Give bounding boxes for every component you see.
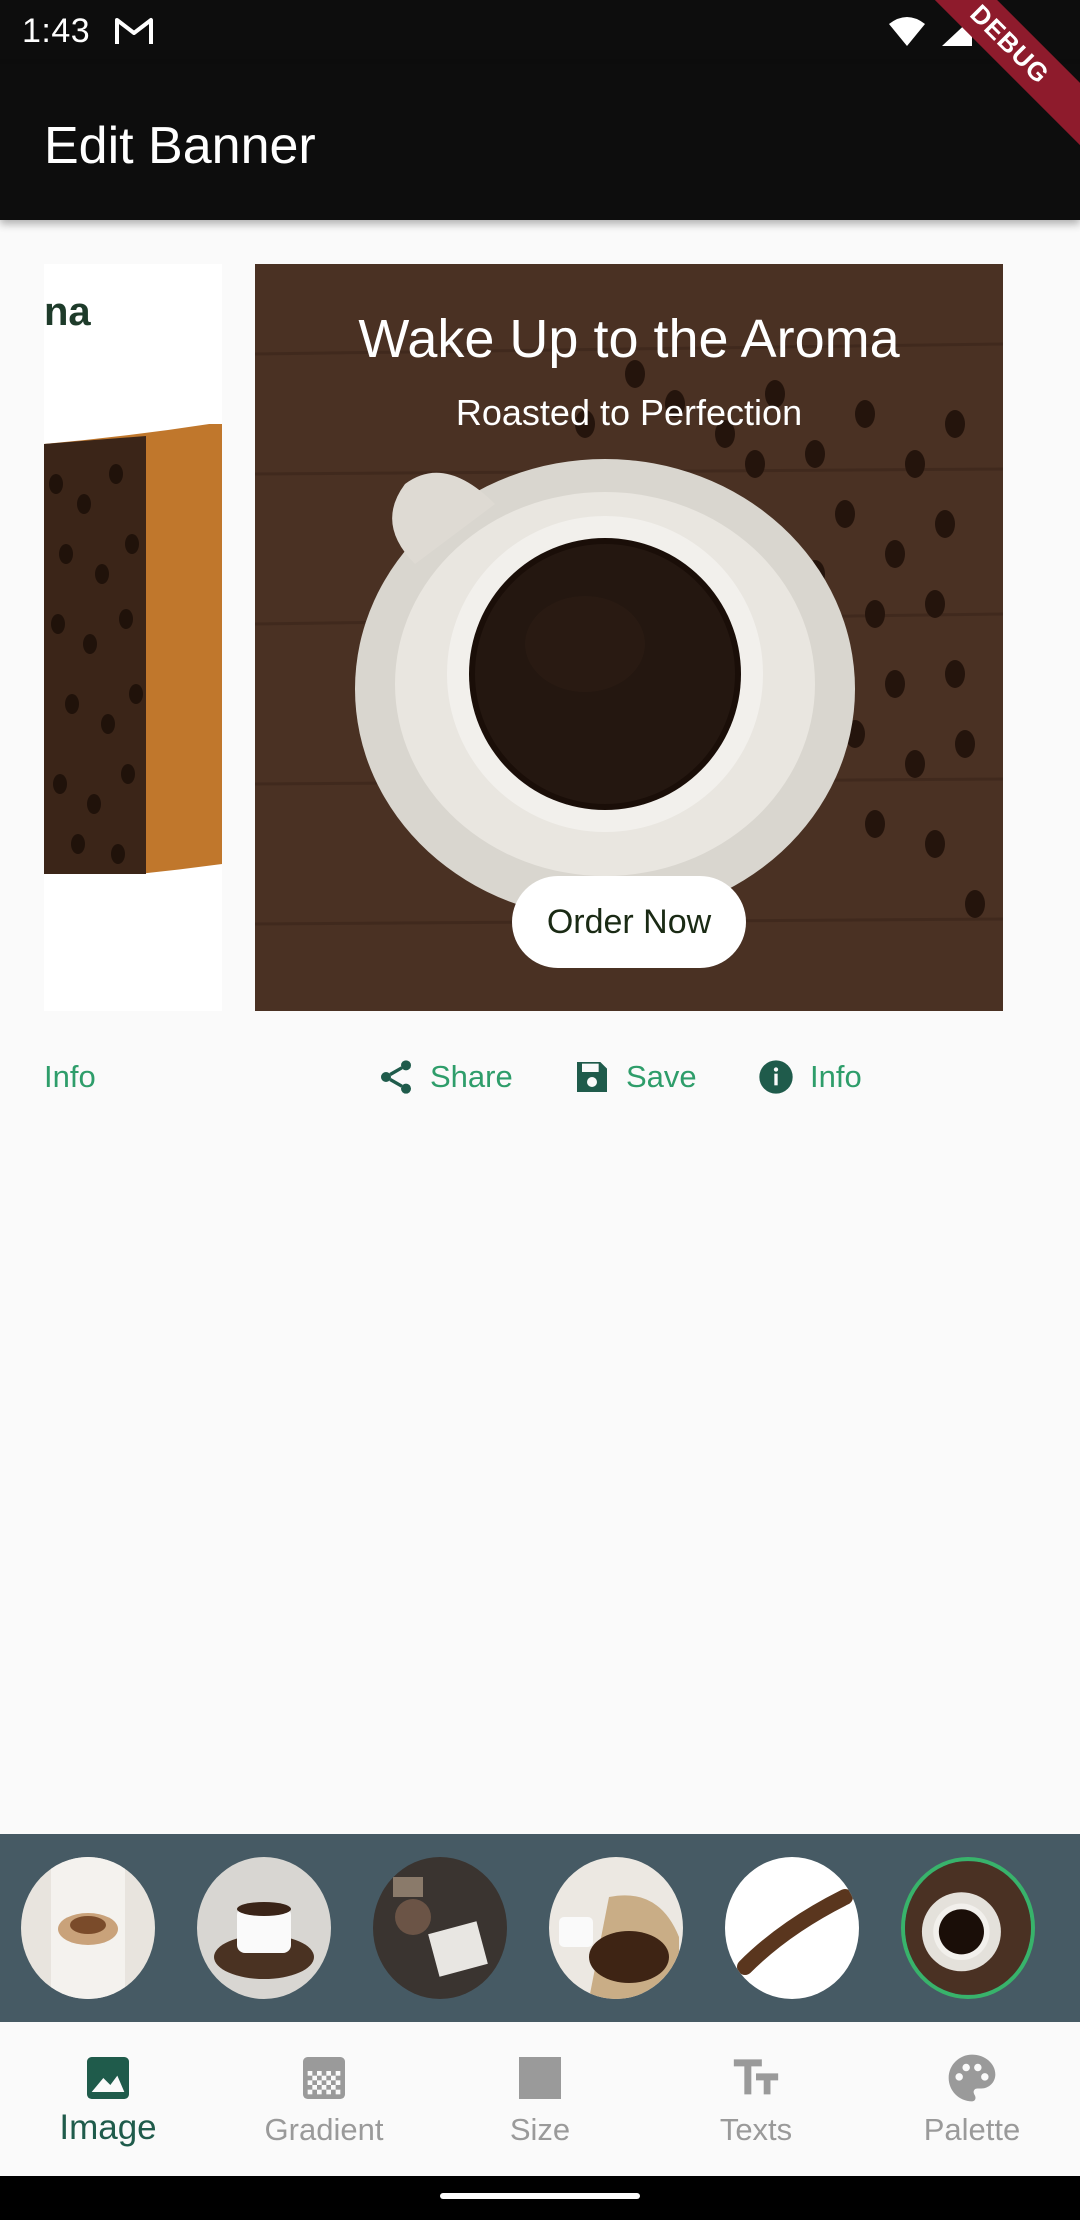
previous-info-button[interactable]: Info xyxy=(44,1040,96,1114)
info-label: Info xyxy=(810,1059,862,1094)
thumbnail-hands-holding-coffee[interactable] xyxy=(21,1857,155,1999)
save-icon xyxy=(577,1062,607,1092)
thumbnail-image xyxy=(373,1857,507,1999)
thumbnail-scattered-beans-white[interactable] xyxy=(725,1857,859,1999)
nav-label-texts: Texts xyxy=(719,2112,793,2147)
banner-carousel[interactable]: na Wake Up to the Aroma Roasted to Perfe… xyxy=(0,264,1080,1014)
info-button[interactable]: Info xyxy=(756,1040,862,1114)
thumbnail-coffee-sack-beans[interactable] xyxy=(549,1857,683,1999)
thumbnail-image xyxy=(549,1857,683,1999)
app-bar: Edit Banner xyxy=(0,64,1080,220)
previous-info-label: Info xyxy=(44,1059,96,1094)
save-button[interactable]: Save xyxy=(572,1040,697,1114)
gmail-icon xyxy=(115,18,153,44)
order-now-button[interactable]: Order Now xyxy=(512,876,746,968)
size-icon xyxy=(519,2057,561,2099)
text-fields-icon xyxy=(733,2059,779,2095)
previous-banner-title: na xyxy=(44,290,91,334)
share-icon xyxy=(381,1060,411,1094)
banner-actions: Info Share Save Info xyxy=(0,1040,1080,1114)
nav-item-image[interactable]: Image xyxy=(0,2022,216,2176)
nav-label-image: Image xyxy=(59,2108,157,2147)
status-time: 1:43 xyxy=(22,12,91,50)
gesture-navigation-bar xyxy=(0,2176,1080,2220)
gradient-icon xyxy=(303,2057,345,2099)
nav-label-palette: Palette xyxy=(923,2112,1021,2147)
image-thumbnail-strip[interactable] xyxy=(0,1834,1080,2022)
thumbnail-image xyxy=(725,1857,859,1999)
banner-title[interactable]: Wake Up to the Aroma xyxy=(255,308,1003,370)
previous-banner-image xyxy=(44,424,222,874)
save-label: Save xyxy=(626,1059,697,1094)
share-label: Share xyxy=(430,1059,513,1094)
page-title: Edit Banner xyxy=(44,117,316,175)
nav-item-texts[interactable]: Texts xyxy=(648,2022,864,2176)
palette-icon xyxy=(948,2054,996,2102)
bottom-navigation: Image Gradient Size Texts Palette xyxy=(0,2022,1080,2176)
status-bar: 1:43 xyxy=(0,0,1080,64)
banner-subtitle[interactable]: Roasted to Perfection xyxy=(255,392,1003,434)
thumbnail-coffee-cup-on-beans[interactable] xyxy=(197,1857,331,1999)
nav-item-gradient[interactable]: Gradient xyxy=(216,2022,432,2176)
current-banner-card[interactable]: Wake Up to the Aroma Roasted to Perfecti… xyxy=(255,264,1003,1011)
thumbnail-image xyxy=(21,1857,155,1999)
image-icon xyxy=(87,2057,129,2099)
nav-label-size: Size xyxy=(509,2112,571,2147)
share-button[interactable]: Share xyxy=(376,1040,513,1114)
thumbnail-image xyxy=(905,1861,1031,1995)
nav-item-palette[interactable]: Palette xyxy=(864,2022,1080,2176)
previous-banner-card[interactable]: na xyxy=(44,264,222,1011)
thumbnail-coffee-brewing-tools[interactable] xyxy=(373,1857,507,1999)
thumbnail-coffee-cup-top-view[interactable] xyxy=(901,1857,1035,1999)
nav-item-size[interactable]: Size xyxy=(432,2022,648,2176)
thumbnail-image xyxy=(197,1857,331,1999)
info-icon xyxy=(759,1060,793,1094)
wifi-icon xyxy=(889,17,925,46)
nav-label-gradient: Gradient xyxy=(264,2112,384,2147)
home-gesture-handle[interactable] xyxy=(440,2193,640,2199)
